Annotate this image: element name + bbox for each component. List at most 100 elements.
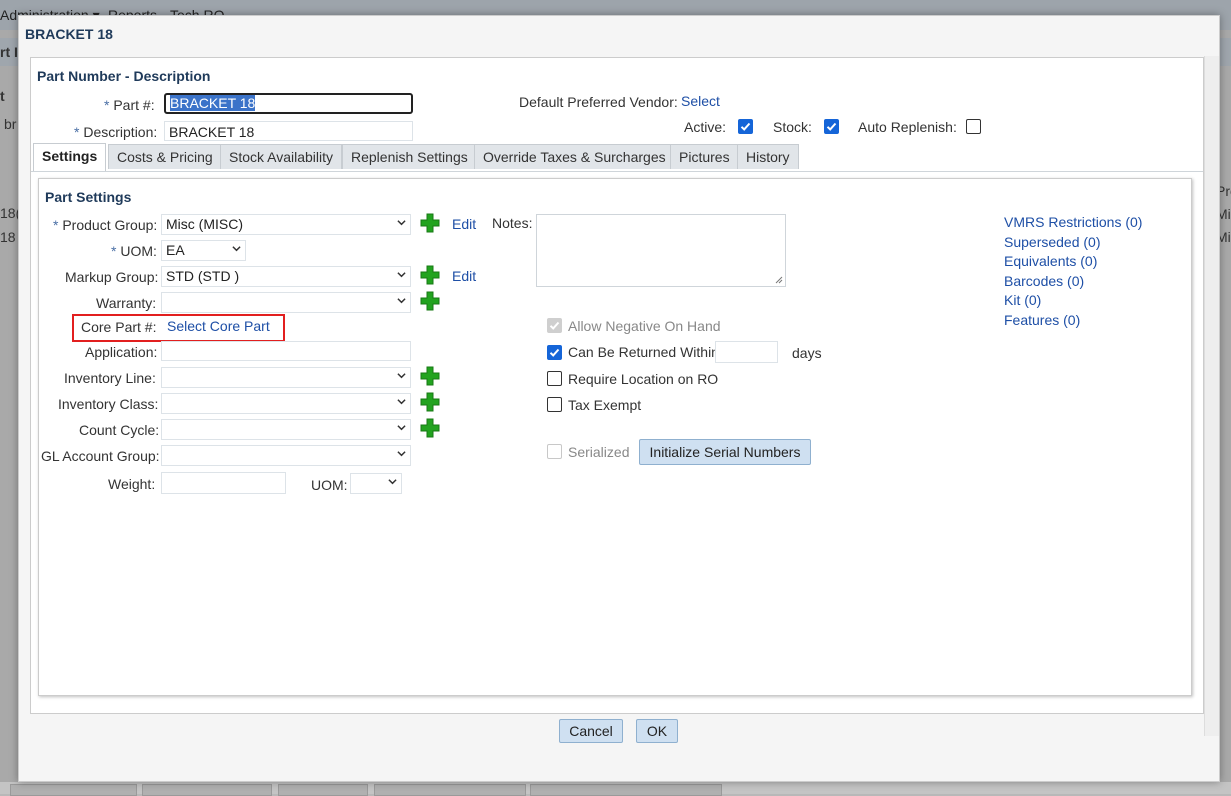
select-core-part-link[interactable]: Select Core Part bbox=[167, 318, 270, 334]
chevron-down-icon bbox=[397, 451, 406, 457]
weight-input[interactable] bbox=[161, 472, 286, 494]
require-location-label: Require Location on RO bbox=[568, 371, 719, 387]
serialized-checkbox bbox=[547, 444, 562, 459]
product-group-label: * Product Group: bbox=[53, 217, 158, 233]
chevron-down-icon bbox=[232, 246, 241, 252]
chevron-down-icon bbox=[397, 425, 406, 431]
description-label: * Description: bbox=[74, 124, 158, 140]
tab-pictures[interactable]: Pictures bbox=[670, 144, 739, 169]
weight-uom-select[interactable] bbox=[350, 473, 402, 494]
markup-group-edit-link[interactable]: Edit bbox=[452, 268, 476, 284]
gl-account-group-select[interactable] bbox=[161, 445, 411, 466]
tab-bar: Settings Costs & Pricing Stock Availabil… bbox=[31, 141, 1203, 172]
chevron-down-icon bbox=[397, 298, 406, 304]
tab-history[interactable]: History bbox=[737, 144, 799, 169]
tab-settings[interactable]: Settings bbox=[33, 143, 107, 171]
bg-fragment: rt I bbox=[0, 44, 18, 60]
checkmark-icon bbox=[549, 348, 560, 357]
vendor-select-link[interactable]: Select bbox=[681, 93, 720, 109]
resize-grip-icon bbox=[775, 276, 783, 284]
can-be-returned-checkbox[interactable] bbox=[547, 345, 562, 360]
markup-group-select[interactable]: STD (STD ) bbox=[161, 266, 411, 287]
equivalents-link[interactable]: Equivalents (0) bbox=[1004, 253, 1097, 269]
checkmark-icon bbox=[549, 321, 560, 330]
auto-replenish-checkbox[interactable] bbox=[966, 119, 981, 134]
auto-replenish-label: Auto Replenish: bbox=[858, 119, 957, 135]
plus-icon[interactable] bbox=[420, 366, 440, 386]
warranty-select[interactable] bbox=[161, 292, 411, 313]
vendor-label: Default Preferred Vendor: bbox=[519, 94, 678, 110]
features-link[interactable]: Features (0) bbox=[1004, 312, 1080, 328]
dialog-title: BRACKET 18 bbox=[25, 26, 113, 42]
section-title: Part Number - Description bbox=[37, 68, 211, 84]
chevron-down-icon bbox=[397, 220, 406, 226]
tax-exempt-checkbox[interactable] bbox=[547, 397, 562, 412]
cancel-button[interactable]: Cancel bbox=[559, 719, 623, 743]
tab-override-taxes[interactable]: Override Taxes & Surcharges bbox=[474, 144, 675, 169]
notes-textarea[interactable] bbox=[536, 214, 786, 287]
dialog-body: Part Number - Description * Part #: BRAC… bbox=[30, 57, 1204, 714]
count-cycle-select[interactable] bbox=[161, 419, 411, 440]
chevron-down-icon bbox=[388, 479, 397, 485]
stock-checkbox[interactable] bbox=[824, 119, 839, 134]
serialized-label: Serialized bbox=[568, 444, 630, 460]
superseded-link[interactable]: Superseded (0) bbox=[1004, 234, 1101, 250]
weight-label: Weight: bbox=[108, 476, 156, 492]
part-number-input[interactable]: BRACKET 18 bbox=[164, 93, 413, 114]
initialize-serial-numbers-button[interactable]: Initialize Serial Numbers bbox=[639, 439, 811, 465]
application-label: Application: bbox=[85, 344, 158, 360]
background-bottom-tabs bbox=[0, 782, 1231, 796]
application-input[interactable] bbox=[161, 341, 411, 361]
panel-title: Part Settings bbox=[45, 189, 132, 205]
plus-icon[interactable] bbox=[420, 418, 440, 438]
inventory-line-label: Inventory Line: bbox=[64, 370, 156, 386]
require-location-checkbox[interactable] bbox=[547, 371, 562, 386]
chevron-down-icon bbox=[397, 373, 406, 379]
stock-label: Stock: bbox=[773, 119, 812, 135]
tab-replenish-settings[interactable]: Replenish Settings bbox=[342, 144, 477, 169]
allow-negative-checkbox bbox=[547, 318, 562, 333]
ok-button[interactable]: OK bbox=[636, 719, 678, 743]
plus-icon[interactable] bbox=[420, 213, 440, 233]
checkmark-icon bbox=[826, 122, 837, 131]
active-checkbox[interactable] bbox=[738, 119, 753, 134]
dialog-scrollbar[interactable] bbox=[1204, 56, 1219, 736]
settings-panel: Part Settings * Product Group: Misc (MIS… bbox=[38, 178, 1192, 696]
warranty-label: Warranty: bbox=[96, 295, 157, 311]
tab-costs-pricing[interactable]: Costs & Pricing bbox=[108, 144, 222, 169]
tax-exempt-label: Tax Exempt bbox=[568, 397, 642, 413]
allow-negative-label: Allow Negative On Hand bbox=[568, 318, 721, 334]
inventory-class-select[interactable] bbox=[161, 393, 411, 414]
inventory-class-label: Inventory Class: bbox=[58, 396, 159, 412]
tab-stock-availability[interactable]: Stock Availability bbox=[220, 144, 343, 169]
bg-fragment: 18 bbox=[0, 229, 16, 245]
count-cycle-label: Count Cycle: bbox=[79, 422, 160, 438]
days-label: days bbox=[792, 345, 822, 361]
can-be-returned-label: Can Be Returned Within bbox=[568, 344, 719, 360]
chevron-down-icon bbox=[397, 399, 406, 405]
core-part-label: Core Part #: bbox=[81, 319, 157, 335]
notes-label: Notes: bbox=[492, 215, 533, 231]
bg-fragment: br bbox=[4, 116, 17, 132]
kit-link[interactable]: Kit (0) bbox=[1004, 292, 1041, 308]
uom-label: * UOM: bbox=[111, 243, 157, 259]
product-group-edit-link[interactable]: Edit bbox=[452, 216, 476, 232]
product-group-select[interactable]: Misc (MISC) bbox=[161, 214, 411, 235]
description-input[interactable]: BRACKET 18 bbox=[164, 121, 413, 141]
chevron-down-icon bbox=[397, 272, 406, 278]
uom-select[interactable]: EA bbox=[161, 240, 246, 261]
vmrs-restrictions-link[interactable]: VMRS Restrictions (0) bbox=[1004, 214, 1142, 230]
inventory-line-select[interactable] bbox=[161, 367, 411, 388]
checkmark-icon bbox=[740, 122, 751, 131]
active-label: Active: bbox=[684, 119, 727, 135]
plus-icon[interactable] bbox=[420, 392, 440, 412]
plus-icon[interactable] bbox=[420, 291, 440, 311]
return-days-input[interactable] bbox=[715, 341, 778, 363]
plus-icon[interactable] bbox=[420, 265, 440, 285]
part-number-label: * Part #: bbox=[104, 97, 155, 113]
gl-account-group-label: GL Account Group: bbox=[41, 448, 160, 464]
weight-uom-label: UOM: bbox=[311, 477, 348, 493]
part-dialog: BRACKET 18 Part Number - Description * P… bbox=[18, 15, 1220, 782]
bg-fragment: t bbox=[0, 88, 5, 104]
barcodes-link[interactable]: Barcodes (0) bbox=[1004, 273, 1084, 289]
